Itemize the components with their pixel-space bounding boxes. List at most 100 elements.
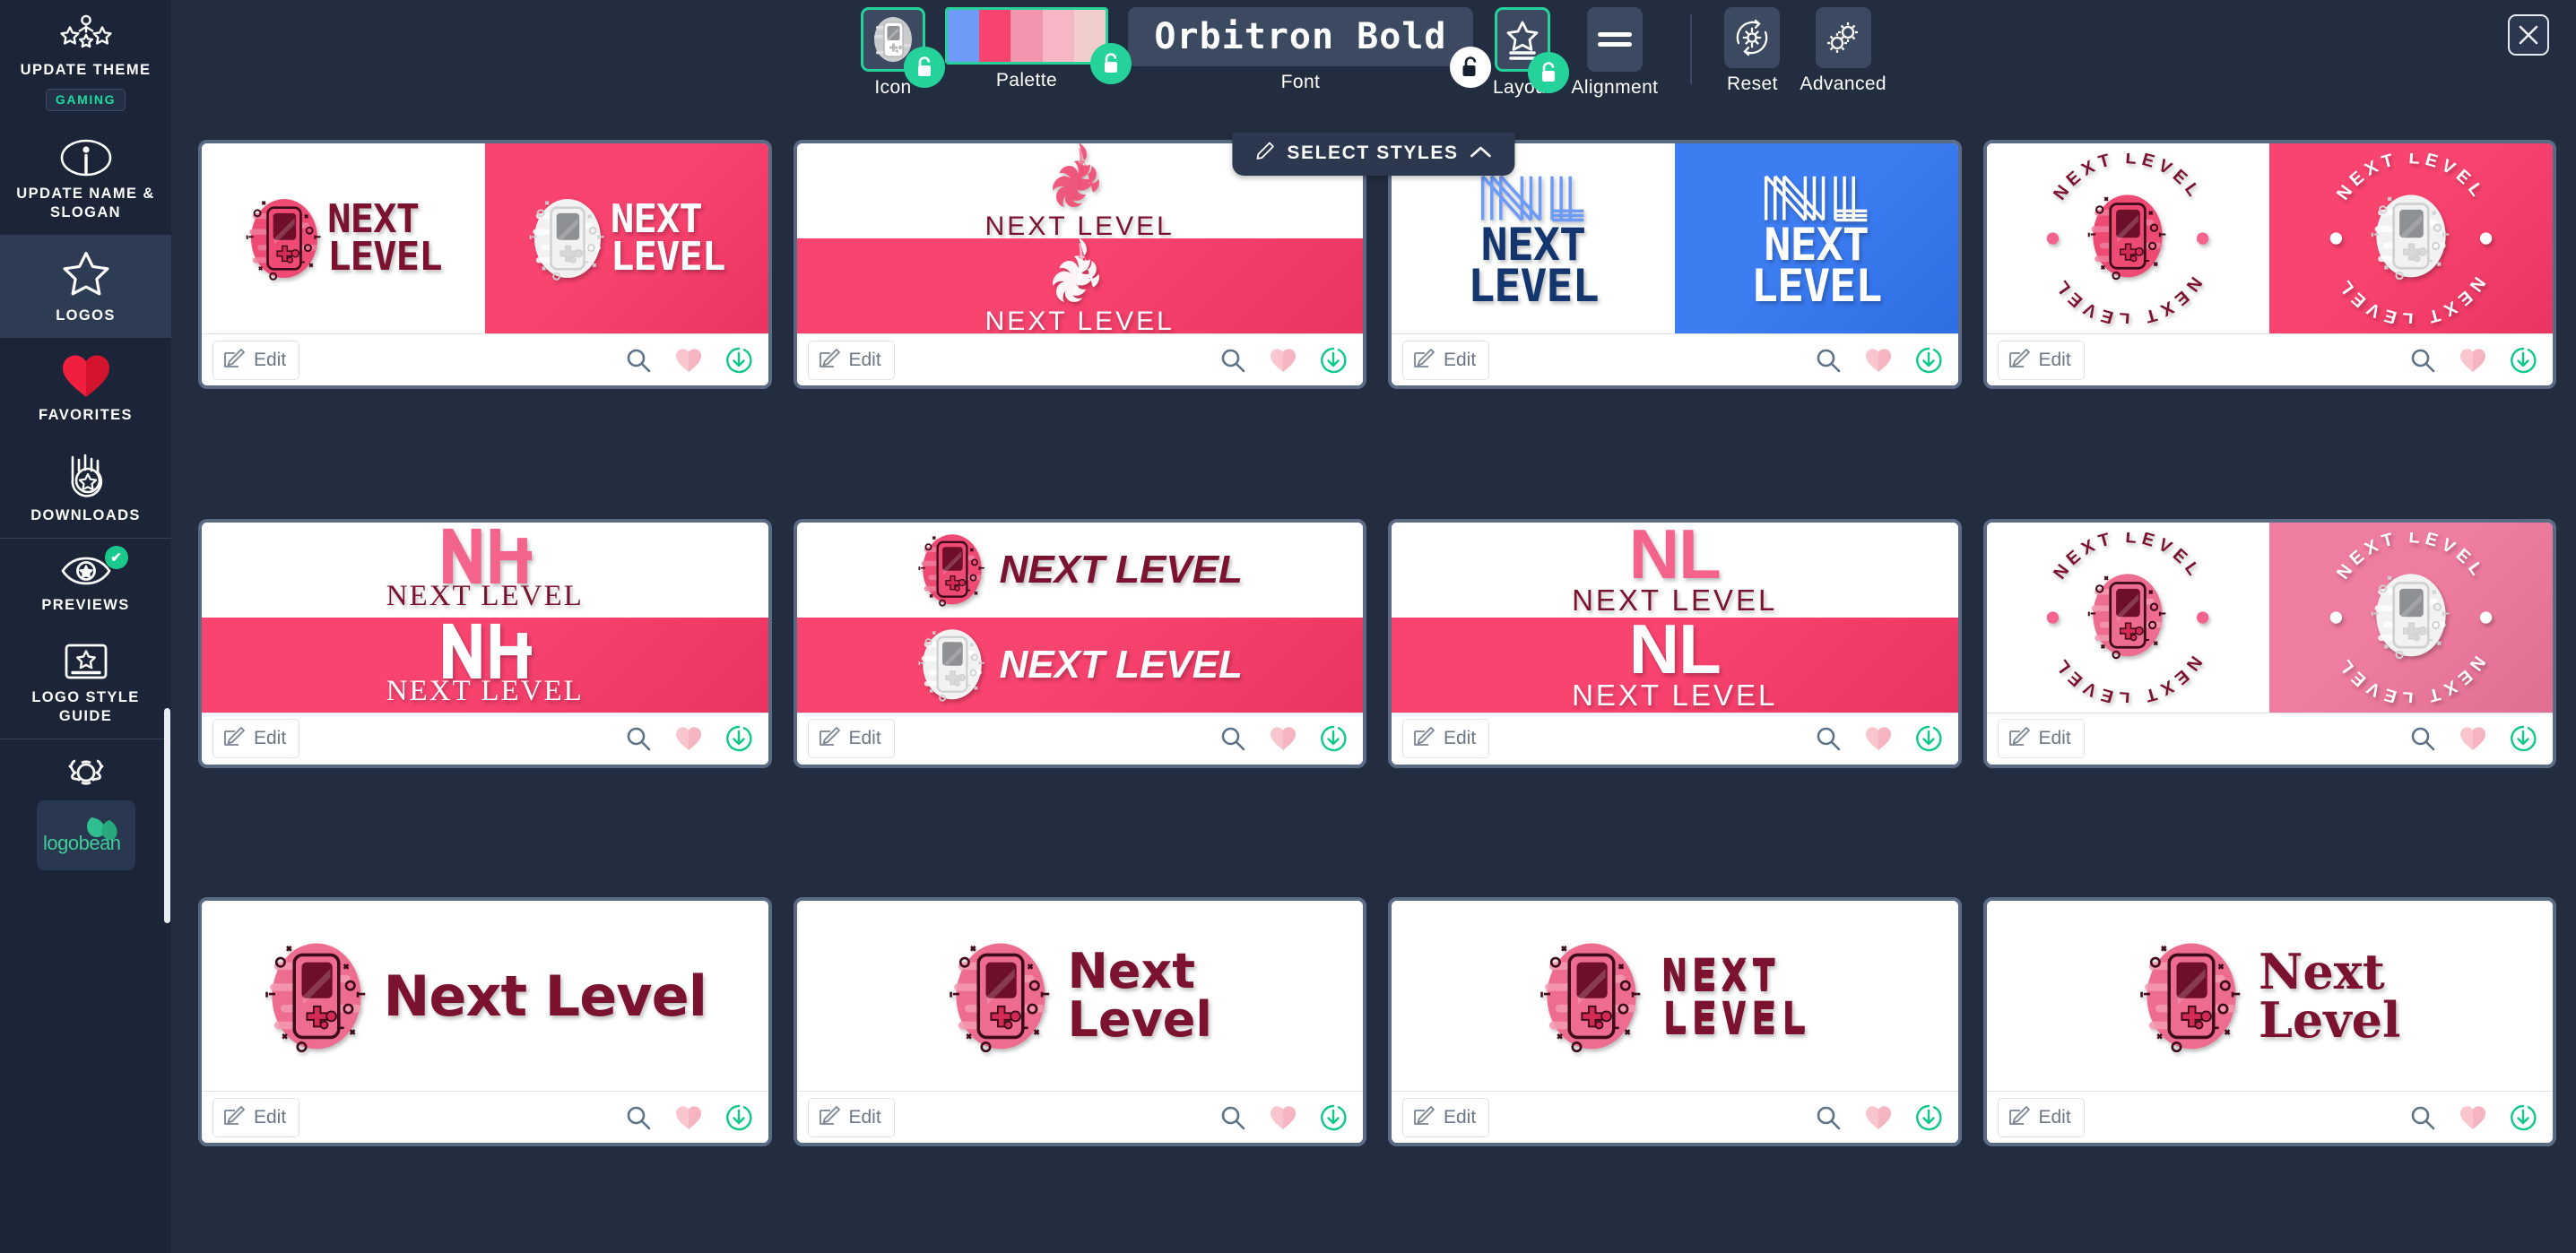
font-preview-tile[interactable]: Orbitron Bold [1127,7,1473,66]
sidebar-item-logos[interactable]: LOGOS [0,235,171,339]
heart-icon[interactable] [1270,726,1297,751]
magnifier-icon[interactable] [625,725,652,752]
magnifier-icon[interactable] [2409,725,2436,752]
toolbar-item-palette[interactable]: Palette [944,7,1132,91]
edit-button[interactable]: Edit [1997,1097,2085,1137]
heart-icon[interactable] [675,348,702,373]
download-circle-icon[interactable] [2510,1104,2537,1131]
sidebar-item-previews[interactable]: ✔ PREVIEWS [0,537,171,627]
palette-lock-icon[interactable] [1089,43,1132,84]
sidebar-item-update-name[interactable]: UPDATE NAME & SLOGAN [0,124,171,235]
magnifier-icon[interactable] [1219,347,1246,374]
download-circle-icon[interactable] [725,725,752,752]
logo-preview-pane[interactable]: NEXT LEVEL NEXT LEVEL [2269,522,2553,713]
edit-button[interactable]: Edit [1997,719,2085,759]
logo-preview-pane[interactable]: NL NEXT LEVEL [1392,522,1958,618]
logo-preview-pane[interactable]: NEXT LEVEL [796,522,1363,618]
download-circle-icon[interactable] [1915,1104,1942,1131]
palette-preview-tile[interactable] [944,7,1108,65]
advanced-icon[interactable] [1815,7,1871,68]
edit-button[interactable]: Edit [1402,719,1490,759]
magnifier-icon[interactable] [2409,1104,2436,1131]
heart-icon[interactable] [675,1105,702,1130]
logo-card[interactable]: NEXT LEVEL NEXT LEVEL Edit [1388,140,1962,389]
magnifier-icon[interactable] [2409,347,2436,374]
logo-preview-pane[interactable]: NEXT LEVEL [1392,901,1958,1092]
magnifier-icon[interactable] [625,1104,652,1131]
logo-card[interactable]: NEXT LEVEL NEXT LEVEL [198,140,772,389]
logo-card[interactable]: NEXT LEVEL NEXT LEVEL [1982,140,2556,389]
heart-icon[interactable] [1270,1105,1297,1130]
edit-button[interactable]: Edit [212,719,300,759]
edit-button[interactable]: Edit [807,1097,895,1137]
theme-badge[interactable]: GAMING [45,89,126,112]
download-circle-icon[interactable] [1915,347,1942,374]
heart-icon[interactable] [2459,726,2486,751]
font-unlock-icon[interactable] [1449,47,1491,88]
download-circle-icon[interactable] [725,1104,752,1131]
logo-card[interactable]: NEXT LEVEL NEXT LEVEL Edit [793,518,1366,768]
edit-button[interactable]: Edit [1402,1097,1490,1137]
toolbar-item-alignment[interactable]: Alignment [1571,7,1658,99]
logobean-brand[interactable]: logobean [36,799,135,870]
sidebar-item-favorites[interactable]: FAVORITES [0,338,171,437]
logo-card[interactable]: Next Level Edit [1982,897,2556,1147]
edit-button[interactable]: Edit [212,1097,300,1137]
edit-button[interactable]: Edit [807,340,895,380]
edit-button[interactable]: Edit [1402,340,1490,380]
logo-preview-pane[interactable]: Next Level [796,901,1363,1092]
logo-preview-pane[interactable]: Next Level [202,901,768,1092]
logo-card[interactable]: NEXT LEVEL Edit [1388,897,1962,1147]
logo-card[interactable]: Next Level Edit [793,897,1366,1147]
edit-button[interactable]: Edit [807,719,895,759]
download-circle-icon[interactable] [1320,725,1347,752]
logo-preview-pane[interactable]: NEXT LEVEL [1674,143,1958,333]
logo-preview-pane[interactable]: NEXT LEVEL [484,143,768,333]
alignment-preview-tile[interactable] [1586,7,1643,72]
sidebar-item-update-theme[interactable]: UPDATE THEME GAMING [0,0,171,124]
toolbar-item-icon[interactable]: Icon [860,7,945,99]
edit-button[interactable]: Edit [212,340,300,380]
sidebar-item-downloads[interactable]: DOWNLOADS [0,438,171,538]
heart-icon[interactable] [675,726,702,751]
magnifier-icon[interactable] [1815,1104,1842,1131]
download-circle-icon[interactable] [1320,1104,1347,1131]
logo-preview-pane[interactable]: NEXT LEVEL NEXT LEVEL [2269,143,2553,333]
heart-icon[interactable] [1865,726,1892,751]
logo-preview-pane[interactable]: NEXT LEVEL NEXT LEVEL [1986,522,2270,713]
reset-icon[interactable] [1724,7,1781,68]
logo-card[interactable]: Next Level Edit [198,897,772,1147]
logo-preview-pane[interactable]: NEXT LEVEL [796,238,1363,333]
logo-card[interactable]: NL NEXT LEVEL NL NEXT LEVEL Edit [1388,518,1962,768]
logo-preview-pane[interactable]: NEXT LEVEL NEXT LEVEL [1986,143,2270,333]
magnifier-icon[interactable] [1815,725,1842,752]
download-circle-icon[interactable] [1320,347,1347,374]
logo-preview-pane[interactable]: NEXT LEVEL [202,522,768,618]
heart-icon[interactable] [2459,1105,2486,1130]
download-circle-icon[interactable] [2510,725,2537,752]
magnifier-icon[interactable] [1219,1104,1246,1131]
icon-lock-icon[interactable] [903,47,945,88]
edit-button[interactable]: Edit [1997,340,2085,380]
logo-card[interactable]: NEXT LEVEL NEXT LEVEL [1982,518,2556,768]
magnifier-icon[interactable] [1815,347,1842,374]
logo-preview-pane[interactable]: NL NEXT LEVEL [1392,617,1958,713]
logo-card[interactable]: NEXT LEVEL NEXT LEVEL Edit [793,140,1366,389]
magnifier-icon[interactable] [1219,725,1246,752]
toolbar-item-advanced[interactable]: Advanced [1800,7,1886,95]
download-circle-icon[interactable] [2510,347,2537,374]
sidebar-scrollbar[interactable] [164,708,170,923]
magnifier-icon[interactable] [625,347,652,374]
heart-icon[interactable] [1865,1105,1892,1130]
sidebar-item-logo-style-guide[interactable]: LOGO STYLE GUIDE [0,627,171,739]
logo-preview-pane[interactable]: Next Level [1986,901,2553,1092]
sidebar-item-settings[interactable]: logobean [0,738,171,883]
download-circle-icon[interactable] [1915,725,1942,752]
toolbar-item-font[interactable]: Orbitron Bold Font [1127,7,1491,93]
layout-lock-icon[interactable] [1528,52,1570,93]
select-styles-button[interactable]: SELECT STYLES [1232,133,1515,176]
close-button[interactable] [2508,14,2549,56]
toolbar-item-reset[interactable]: Reset [1724,7,1781,95]
logo-preview-pane[interactable]: NEXT LEVEL [202,617,768,713]
download-circle-icon[interactable] [725,347,752,374]
